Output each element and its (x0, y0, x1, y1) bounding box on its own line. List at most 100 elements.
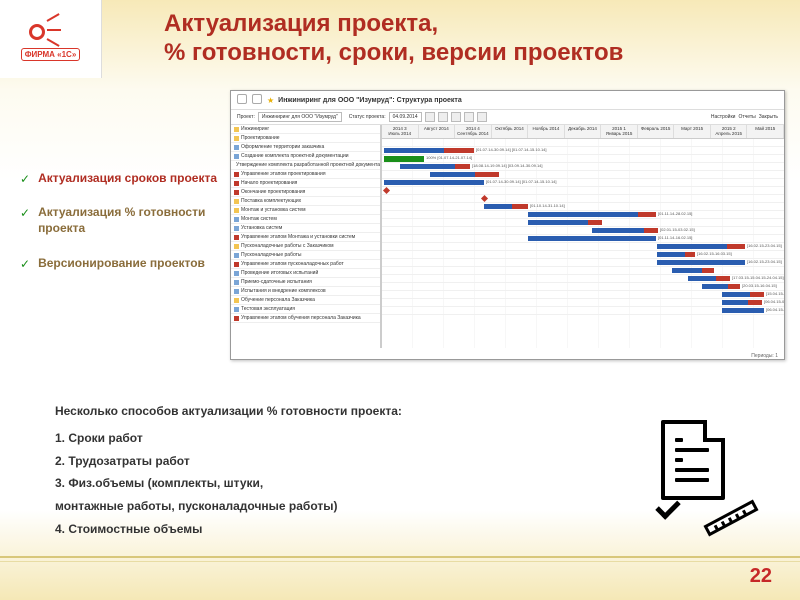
folder-icon (234, 208, 239, 213)
bullet-item: ✓Актуализация % готовности проекта (20, 204, 220, 236)
gantt-bar-delay (588, 220, 602, 225)
bullet-text: Актуализация % готовности проекта (38, 204, 220, 236)
gantt-bar-delay (512, 204, 528, 209)
gantt-row: [17.03.15-15.04.15-24.04.15] (382, 275, 784, 283)
window-titlebar: ★ Инжиниринг для ООО "Изумруд": Структур… (231, 91, 784, 110)
gantt-bar-delay (475, 172, 499, 177)
task-row[interactable]: Управление этапом пусконаладочных работ (231, 260, 380, 269)
reports-link[interactable]: Отчеты (738, 114, 755, 120)
task-list-column: Инжиниринг Проектирование Оформление терри… (231, 125, 381, 348)
task-row[interactable]: Проектирование (231, 134, 380, 143)
gantt-bar-label: [16.02.15-23.04.15] (747, 243, 782, 248)
task-name: Оформление территории заказчика (241, 144, 324, 150)
task-row[interactable]: Управление этапом обучения персонала Зак… (231, 314, 380, 323)
check-icon: ✓ (20, 172, 30, 186)
task-row[interactable]: Инжиниринг (231, 125, 380, 134)
lower-text-block: Несколько способов актуализации % готовн… (55, 400, 595, 541)
task-name: Испытания и внедрение комплексов (241, 288, 326, 294)
embedded-screenshot: ★ Инжиниринг для ООО "Изумруд": Структур… (230, 90, 785, 360)
flag-icon (234, 181, 239, 186)
gantt-bar-plan (430, 172, 475, 177)
bullet-text: Актуализация сроков проекта (38, 170, 217, 186)
folder-icon (234, 199, 239, 204)
project-label: Проект: (237, 114, 255, 120)
task-row[interactable]: Установка систем (231, 224, 380, 233)
task-row[interactable]: Приемо-сдаточные испытания (231, 278, 380, 287)
timeline-month: Март 2015 (674, 125, 711, 138)
task-row[interactable]: Тестовая эксплуатация (231, 305, 380, 314)
gantt-bar-label: [16.02.15-23.04.15] (747, 259, 782, 264)
task-row[interactable]: Начало проектирования (231, 179, 380, 188)
page-icon (234, 271, 239, 276)
gantt-row: [02.01.15-03.02.15] (382, 227, 784, 235)
gantt-row (382, 187, 784, 195)
gantt-bar-delay (748, 300, 762, 305)
gantt-bar-plan (722, 300, 748, 305)
gantt-bar-label: [16.02.15-16.03.15] (697, 251, 732, 256)
task-row[interactable]: Оформление территории заказчика (231, 143, 380, 152)
task-row[interactable]: Проведение итоговых испытаний (231, 269, 380, 278)
task-row[interactable]: Окончание проектирования (231, 188, 380, 197)
settings-link[interactable]: Настройки (711, 114, 736, 120)
task-name: Обучение персонала Заказчика (241, 297, 315, 303)
milestone-icon (383, 187, 390, 194)
gantt-bar-delay (644, 228, 658, 233)
gantt-bar-label: 100% [01.07.14-21.07.14] (426, 155, 472, 160)
gantt-bar-delay (728, 284, 740, 289)
task-row[interactable]: Пусконаладочные работы (231, 251, 380, 260)
timeline-month: Май 2015 (747, 125, 784, 138)
task-row[interactable]: Монтаж систем (231, 215, 380, 224)
page-icon (234, 154, 239, 159)
task-row[interactable]: Утверждение комплекта разработанной прое… (231, 161, 380, 170)
nav-back-icon (237, 94, 248, 106)
gantt-bar-label: [01.11.14-28.02.15] (658, 211, 692, 216)
task-row[interactable]: Монтаж и установка систем (231, 206, 380, 215)
page-icon (234, 253, 239, 258)
gantt-row: [18.08.14-19.09.14] [03.09.14-30.09.14] (382, 163, 784, 171)
toolbar-button-icon[interactable] (451, 112, 461, 122)
page-icon (234, 280, 239, 285)
nav-forward-icon (252, 94, 263, 106)
gantt-bar-plan (592, 228, 644, 233)
toolbar-button-icon[interactable] (464, 112, 474, 122)
gantt-bar-plan (702, 284, 728, 289)
gantt-row: [20.03.15-16.04.15] (382, 283, 784, 291)
task-name: Тестовая эксплуатация (241, 306, 295, 312)
gantt-bar-delay (750, 292, 764, 297)
page-icon (234, 307, 239, 312)
task-name: Приемо-сдаточные испытания (241, 279, 312, 285)
status-date-field[interactable]: 04.09.2014 (389, 112, 422, 122)
project-field[interactable]: Инжиниринг для ООО "Изумруд" (258, 112, 342, 122)
toolbar: Проект: Инжиниринг для ООО "Изумруд" Ста… (231, 110, 784, 125)
toolbar-button-icon[interactable] (425, 112, 435, 122)
task-row[interactable]: Поставка комплектующих (231, 197, 380, 206)
flag-icon (234, 316, 239, 321)
gantt-bar-label: [01.10.14-31.10.14] (530, 203, 565, 208)
gantt-bar-label: [18.08.14-19.09.14] [03.09.14-30.09.14] (472, 163, 543, 168)
task-row[interactable]: Испытания и внедрение комплексов (231, 287, 380, 296)
status-date-label: Статус проекта: (349, 114, 386, 120)
task-name: Пусконаладочные работы (241, 252, 302, 258)
task-name: Проектирование (241, 135, 280, 141)
gantt-bar-label: [01.11.14-16.02.15] (658, 235, 692, 240)
gantt-row: [01.11.14-28.02.15] (382, 211, 784, 219)
timeline-month: Февраль 2015 (638, 125, 675, 138)
task-name: Инжиниринг (241, 126, 269, 132)
gantt-row: [01.10.14-31.10.14] (382, 203, 784, 211)
lower-item: 3. Физ.объемы (комплекты, штуки, (55, 472, 595, 495)
toolbar-button-icon[interactable] (477, 112, 487, 122)
toolbar-button-icon[interactable] (438, 112, 448, 122)
close-link[interactable]: Закрыть (759, 114, 778, 120)
title-line-2: % готовности, сроки, версии проектов (164, 39, 800, 68)
task-name: Утверждение комплекта разработанной прое… (236, 162, 380, 168)
task-row[interactable]: Управление этапом Монтажа и установки си… (231, 233, 380, 242)
task-row[interactable]: Создание комплекта проектной документаци… (231, 152, 380, 161)
slide-header: ФИРМА «1С» Актуализация проекта, % готов… (0, 0, 800, 78)
task-row[interactable]: Обучение персонала Заказчика (231, 296, 380, 305)
task-row[interactable]: Управление этапом проектирования (231, 170, 380, 179)
footer-rule-2 (0, 561, 800, 562)
logo-text: ФИРМА «1С» (21, 48, 81, 61)
task-row[interactable]: Пусконаладочные работы с Заказчиком (231, 242, 380, 251)
task-name: Управление этапом проектирования (241, 171, 326, 177)
gantt-bar-plan (722, 292, 750, 297)
